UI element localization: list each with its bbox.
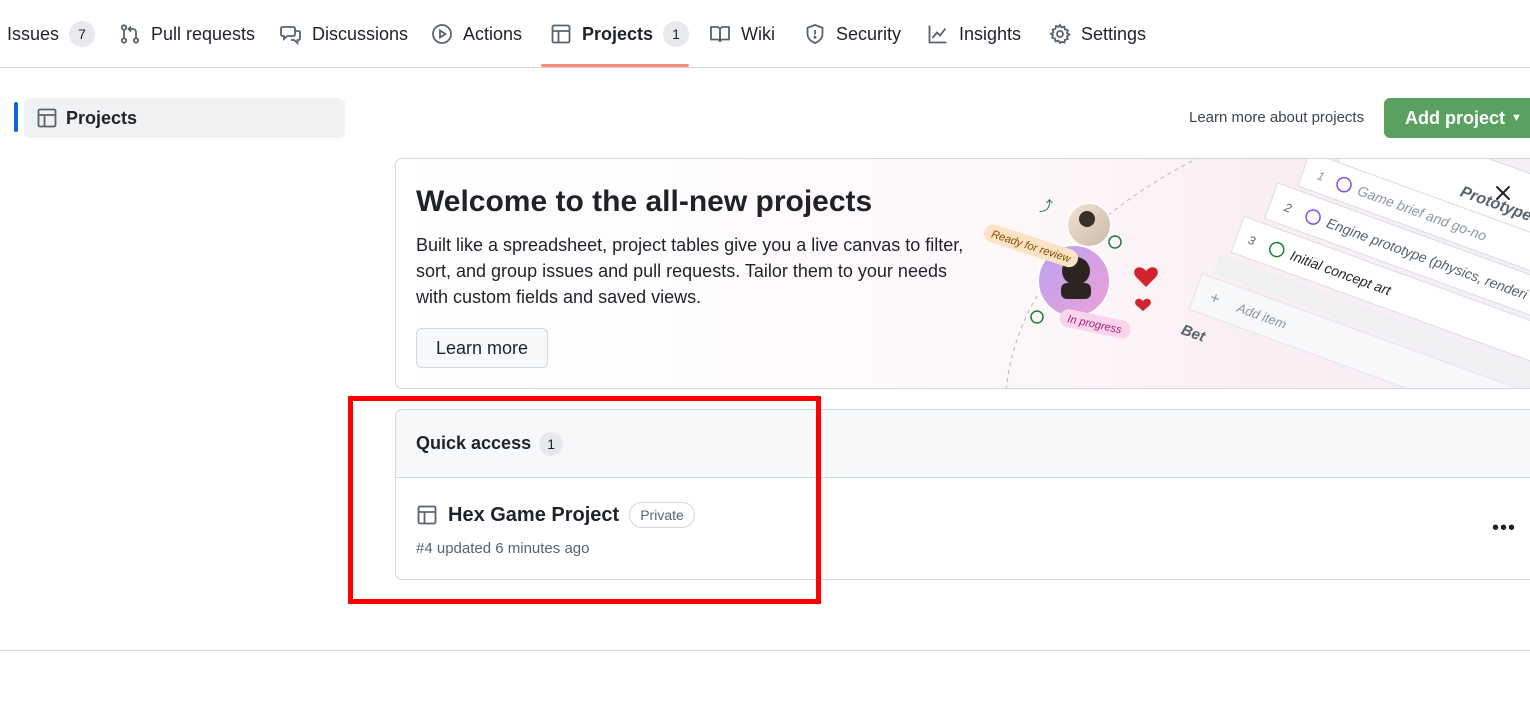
banner-illustration: Prototype 3 1 Game brief and go-no 2 Eng…	[983, 159, 1530, 388]
tab-issues[interactable]: Issues 7	[7, 0, 96, 68]
tab-wiki-label: Wiki	[741, 23, 775, 44]
board-next-group: Bet	[1179, 321, 1208, 346]
tab-discussions[interactable]: Discussions	[280, 0, 408, 68]
welcome-banner: Welcome to the all-new projects Built li…	[395, 158, 1530, 389]
tab-pull-requests-label: Pull requests	[151, 23, 256, 44]
tab-settings-label: Settings	[1081, 23, 1147, 44]
learn-more-button[interactable]: Learn more	[416, 328, 548, 368]
add-project-button[interactable]: Add project ▼	[1384, 98, 1530, 138]
tab-settings[interactable]: Settings	[1049, 0, 1146, 68]
heart-icon	[1135, 298, 1151, 311]
footer-divider	[0, 650, 1530, 651]
gear-icon	[1049, 23, 1072, 45]
tab-actions-label: Actions	[463, 23, 523, 44]
banner-description: Built like a spreadsheet, project tables…	[416, 235, 964, 307]
shield-icon	[804, 23, 826, 45]
graph-icon	[927, 23, 949, 45]
quick-access-title: Quick access	[416, 433, 532, 453]
tab-wiki[interactable]: Wiki	[709, 0, 775, 68]
table-icon	[550, 23, 572, 45]
play-icon	[431, 23, 453, 45]
table-icon	[416, 504, 438, 526]
tab-actions[interactable]: Actions	[431, 0, 522, 68]
sidebar-item-label: Projects	[66, 107, 138, 128]
kebab-menu-icon[interactable]: •••	[1492, 518, 1516, 539]
repo-nav: Issues 7 Pull requests Discussions Actio…	[0, 0, 1530, 68]
quick-access-header: Quick access 1	[396, 410, 1530, 478]
tab-issues-label: Issues	[7, 23, 60, 44]
issues-count-badge: 7	[69, 21, 96, 47]
tab-insights-label: Insights	[959, 23, 1022, 44]
git-pull-request-icon	[119, 23, 141, 45]
tab-security-label: Security	[836, 23, 902, 44]
add-project-label: Add project	[1405, 107, 1506, 128]
close-icon[interactable]	[1491, 181, 1515, 205]
tab-pull-requests[interactable]: Pull requests	[119, 0, 255, 68]
project-title-link[interactable]: Hex Game Project	[448, 504, 619, 527]
tab-discussions-label: Discussions	[312, 23, 409, 44]
banner-title: Welcome to the all-new projects	[416, 185, 873, 218]
comment-discussion-icon	[280, 23, 302, 45]
book-icon	[709, 23, 731, 45]
learn-more-about-projects-link[interactable]: Learn more about projects	[1189, 109, 1364, 126]
svg-text:⤴: ⤴	[1039, 199, 1053, 215]
quick-access-count-badge: 1	[539, 431, 564, 456]
tab-security[interactable]: Security	[804, 0, 901, 68]
sidebar-item-projects[interactable]: Projects	[24, 98, 345, 138]
board-cards: Prototype 3 1 Game brief and go-no 2 Eng…	[1179, 159, 1530, 388]
sidebar-active-marker	[14, 102, 18, 132]
quick-access-panel: Quick access 1 Hex Game Project Private …	[395, 409, 1530, 580]
projects-count-badge: 1	[663, 21, 690, 47]
project-item-hex-game[interactable]: Hex Game Project Private	[416, 502, 695, 528]
tab-insights[interactable]: Insights	[927, 0, 1021, 68]
tab-projects[interactable]: Projects 1	[550, 0, 690, 68]
heart-icon	[1134, 267, 1158, 287]
visibility-badge: Private	[629, 502, 695, 528]
project-meta: #4 updated 6 minutes ago	[416, 540, 590, 557]
caret-down-icon: ▼	[1511, 112, 1522, 124]
table-icon	[36, 107, 58, 129]
active-tab-underline	[541, 64, 689, 67]
tab-projects-label: Projects	[582, 23, 654, 44]
